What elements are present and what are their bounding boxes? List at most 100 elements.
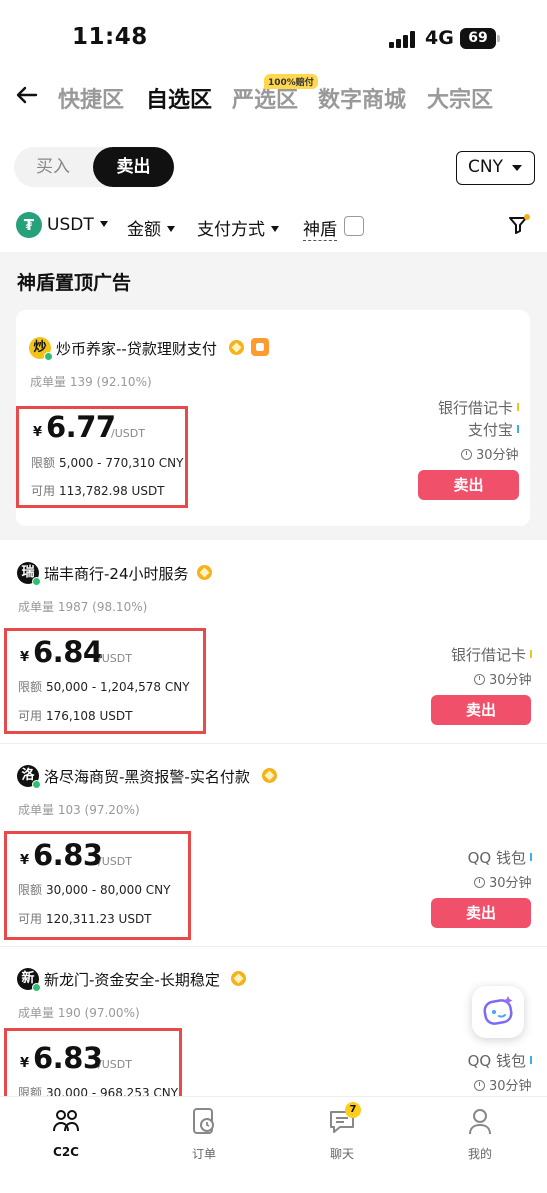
- amount-filter[interactable]: 金额: [127, 215, 175, 240]
- order-volume: 成单量 103 (97.20%): [18, 803, 140, 817]
- filter-funnel-icon[interactable]: [507, 213, 531, 237]
- avatar: 洛: [17, 765, 41, 789]
- currency-symbol: ¥: [20, 853, 30, 868]
- coin-filter-label: USDT: [47, 215, 94, 235]
- profile-icon: [469, 1109, 491, 1135]
- available-label: 可用: [18, 912, 43, 926]
- merchant-name[interactable]: 洛尽海商贸-黑资报警-实名付款: [44, 766, 250, 787]
- chevron-down-icon: [167, 226, 175, 232]
- tab-c2c[interactable]: C2C: [26, 1107, 106, 1159]
- payment-time-limit: 30分钟: [474, 872, 532, 891]
- tab-orders[interactable]: 订单: [164, 1107, 244, 1162]
- price-unit: /USDT: [98, 652, 132, 665]
- payment-filter[interactable]: 支付方式: [197, 215, 279, 240]
- avatar: 新: [17, 968, 41, 992]
- tab-digital-mall[interactable]: 数字商城: [318, 82, 406, 114]
- verified-icon: [229, 340, 244, 355]
- limit-row: 限额 5,000 - 770,310 CNY: [31, 454, 183, 471]
- buy-tab[interactable]: 买入: [14, 147, 92, 187]
- time-limit-value: 30分钟: [489, 1079, 532, 1094]
- assistant-float-button[interactable]: [472, 986, 524, 1038]
- tab-label: 我的: [467, 1147, 492, 1161]
- available-row: 可用 120,311.23 USDT: [18, 910, 152, 927]
- currency-value: CNY: [468, 157, 503, 177]
- limit-value: 50,000 - 1,204,578 CNY: [46, 680, 190, 694]
- limit-label: 限额: [31, 456, 56, 470]
- merchant-name[interactable]: 新龙门-资金安全-长期稳定: [44, 969, 220, 990]
- c2c-people-icon: [53, 1110, 79, 1132]
- verified-icon: [231, 971, 246, 986]
- divider: [0, 743, 547, 744]
- available-value: 176,108 USDT: [46, 709, 133, 723]
- clock-icon: [461, 449, 472, 460]
- chat-unread-badge: 7: [345, 1102, 361, 1118]
- payment-bar: [530, 650, 532, 658]
- shop-badge-icon: [251, 338, 269, 356]
- sell-button[interactable]: 卖出: [431, 695, 531, 725]
- limit-label: 限额: [18, 680, 43, 694]
- limit-row: 限额 50,000 - 1,204,578 CNY: [18, 678, 190, 695]
- guarantee-badge: 100%赔付: [264, 74, 318, 89]
- time-limit-value: 30分钟: [476, 448, 519, 463]
- shield-label: 神盾: [303, 220, 337, 241]
- online-dot: [32, 780, 41, 789]
- order-volume: 成单量 1987 (98.10%): [18, 600, 148, 614]
- limit-value: 30,000 - 80,000 CNY: [46, 883, 171, 897]
- tab-custom[interactable]: 自选区: [146, 82, 212, 114]
- tab-label: C2C: [53, 1145, 79, 1159]
- payment-label: QQ 钱包: [467, 1052, 526, 1070]
- chevron-down-icon: [271, 226, 279, 232]
- price-value: 6.84: [33, 635, 103, 669]
- bottom-tab-bar: C2C 订单 聊天 我的: [0, 1096, 547, 1193]
- verified-icon: [197, 565, 212, 580]
- price-value: 6.83: [33, 838, 103, 872]
- payment-method: 银行借记卡: [438, 397, 519, 418]
- tab-quick[interactable]: 快捷区: [58, 82, 124, 114]
- available-label: 可用: [31, 484, 56, 498]
- sell-button[interactable]: 卖出: [418, 470, 519, 500]
- currency-select[interactable]: CNY: [456, 151, 535, 185]
- sell-button[interactable]: 卖出: [431, 898, 531, 928]
- filter-bar: USDT 金额 支付方式 神盾: [0, 207, 547, 247]
- back-arrow-icon[interactable]: [14, 82, 40, 108]
- merchant-name[interactable]: 炒币养家--贷款理财支付: [56, 338, 217, 359]
- available-row: 可用 113,782.98 USDT: [31, 482, 165, 499]
- payment-time-limit: 30分钟: [474, 669, 532, 688]
- available-value: 120,311.23 USDT: [46, 912, 152, 926]
- limit-row: 限额 30,000 - 80,000 CNY: [18, 881, 170, 898]
- available-label: 可用: [18, 709, 43, 723]
- sell-tab[interactable]: 卖出: [93, 147, 174, 187]
- amount-filter-label: 金额: [127, 220, 161, 240]
- verified-icon: [262, 768, 277, 783]
- online-dot: [32, 577, 41, 586]
- payment-bar: [530, 1056, 532, 1064]
- online-dot: [32, 983, 41, 992]
- limit-value: 5,000 - 770,310 CNY: [59, 456, 184, 470]
- network-type: 4G: [425, 27, 454, 49]
- shield-filter-label: 神盾: [303, 215, 337, 241]
- payment-label: 银行借记卡: [450, 646, 526, 664]
- sparkle-robot-icon: [483, 996, 513, 1025]
- shield-checkbox[interactable]: [344, 216, 364, 236]
- battery-icon: 69: [460, 28, 496, 49]
- time-limit-value: 30分钟: [489, 673, 532, 688]
- payment-bar: [530, 853, 532, 861]
- available-value: 113,782.98 USDT: [59, 484, 165, 498]
- status-time: 11:48: [72, 24, 148, 50]
- currency-symbol: ¥: [33, 425, 43, 440]
- limit-label: 限额: [18, 883, 43, 897]
- order-volume: 成单量 139 (92.10%): [30, 375, 152, 389]
- price-value: 6.77: [46, 410, 116, 444]
- payment-label: 支付宝: [467, 421, 513, 439]
- tab-bulk[interactable]: 大宗区: [427, 82, 493, 114]
- avatar: 炒: [29, 337, 53, 361]
- payment-method: QQ 钱包: [468, 847, 532, 868]
- clock-icon: [474, 877, 485, 888]
- merchant-name[interactable]: 瑞丰商行-24小时服务: [44, 563, 189, 584]
- tab-me[interactable]: 我的: [440, 1107, 520, 1162]
- time-limit-value: 30分钟: [489, 876, 532, 891]
- payment-label: QQ 钱包: [467, 849, 526, 867]
- tab-chat[interactable]: 聊天: [302, 1107, 382, 1162]
- currency-symbol: ¥: [20, 650, 30, 665]
- coin-filter[interactable]: USDT: [47, 215, 108, 235]
